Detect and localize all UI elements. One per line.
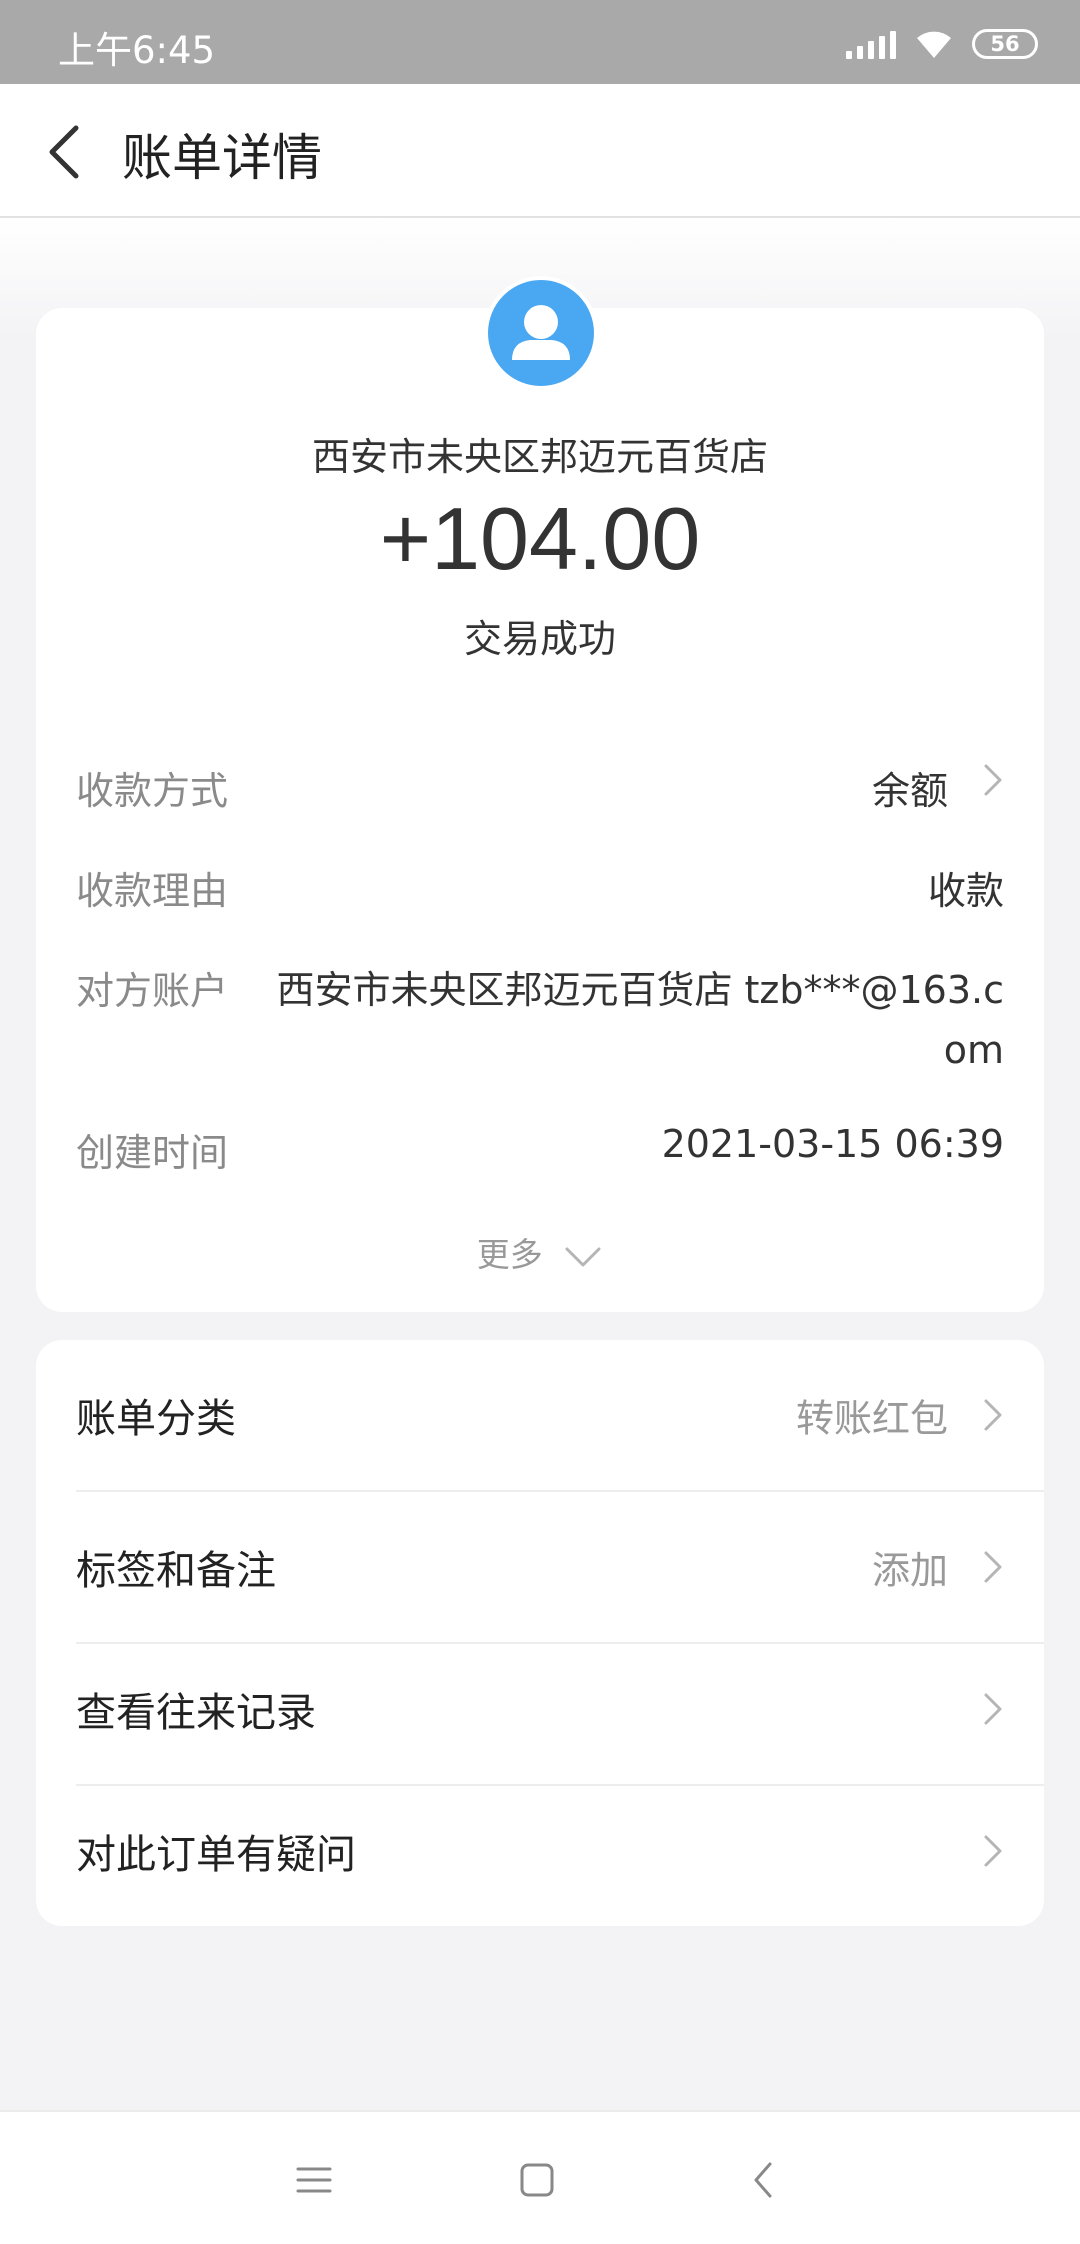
counterparty-account-value: 西安市未央区邦迈元百货店 tzb***@163.com: [276, 968, 1004, 1072]
status-icons: 56: [846, 24, 1038, 64]
status-time: 上午6:45: [58, 29, 216, 72]
tags-notes-row[interactable]: 标签和备注 添加: [36, 1492, 1044, 1642]
home-icon[interactable]: [513, 2156, 561, 2204]
transaction-amount: +104.00: [379, 489, 701, 588]
page-title: 账单详情: [122, 129, 322, 187]
bill-category-value: 转账红包: [795, 1396, 948, 1441]
bill-category-row[interactable]: 账单分类 转账红包: [36, 1340, 1044, 1490]
payment-reason-value: 收款: [927, 869, 1004, 913]
order-question-row[interactable]: 对此订单有疑问: [36, 1776, 1044, 1926]
battery-icon: 56: [972, 29, 1038, 59]
history-row[interactable]: 查看往来记录: [36, 1634, 1044, 1784]
chevron-right-icon: [984, 1835, 1002, 1867]
payment-method-label: 收款方式: [76, 769, 229, 813]
status-bar: 上午6:45 56: [0, 0, 1080, 84]
created-time-value: 2021-03-15 06:39: [661, 1122, 1004, 1166]
chevron-right-icon: [984, 1551, 1002, 1583]
back-arrow-icon[interactable]: [40, 122, 94, 182]
chevron-down-icon: [565, 1247, 601, 1266]
merchant-name: 西安市未央区邦迈元百货店: [311, 435, 768, 479]
bill-detail-card: 西安市未央区邦迈元百货店 +104.00 交易成功 收款方式 余额 收款理由 收…: [36, 308, 1044, 1312]
history-label: 查看往来记录: [76, 1690, 316, 1736]
signal-icon: [846, 29, 896, 59]
chevron-right-icon: [984, 1399, 1002, 1431]
app-header: 账单详情: [0, 84, 1080, 218]
created-time-label: 创建时间: [76, 1131, 229, 1175]
chevron-right-icon: [984, 1693, 1002, 1725]
tags-notes-value: 添加: [871, 1548, 948, 1593]
more-label: 更多: [476, 1235, 543, 1274]
wifi-icon: [917, 31, 951, 58]
user-icon: [512, 305, 570, 360]
avatar: [484, 276, 598, 390]
menu-icon[interactable]: [290, 2156, 338, 2204]
transaction-status: 交易成功: [463, 617, 616, 661]
back-icon[interactable]: [740, 2156, 788, 2204]
counterparty-account-label: 对方账户: [76, 969, 229, 1013]
tags-notes-label: 标签和备注: [76, 1548, 276, 1594]
bill-actions-card: 账单分类 转账红包 标签和备注 添加 查看往来记录 对此订单有疑问: [36, 1340, 1044, 1926]
chevron-right-icon[interactable]: [978, 760, 1008, 800]
payment-method-value[interactable]: 余额: [872, 760, 948, 815]
battery-level: 56: [990, 32, 1020, 56]
more-button[interactable]: 更多: [36, 1228, 1044, 1276]
system-navigation-bar: [0, 2110, 1080, 2244]
payment-reason-label: 收款理由: [76, 869, 229, 913]
order-question-label: 对此订单有疑问: [76, 1832, 356, 1878]
bill-category-label: 账单分类: [76, 1396, 236, 1442]
